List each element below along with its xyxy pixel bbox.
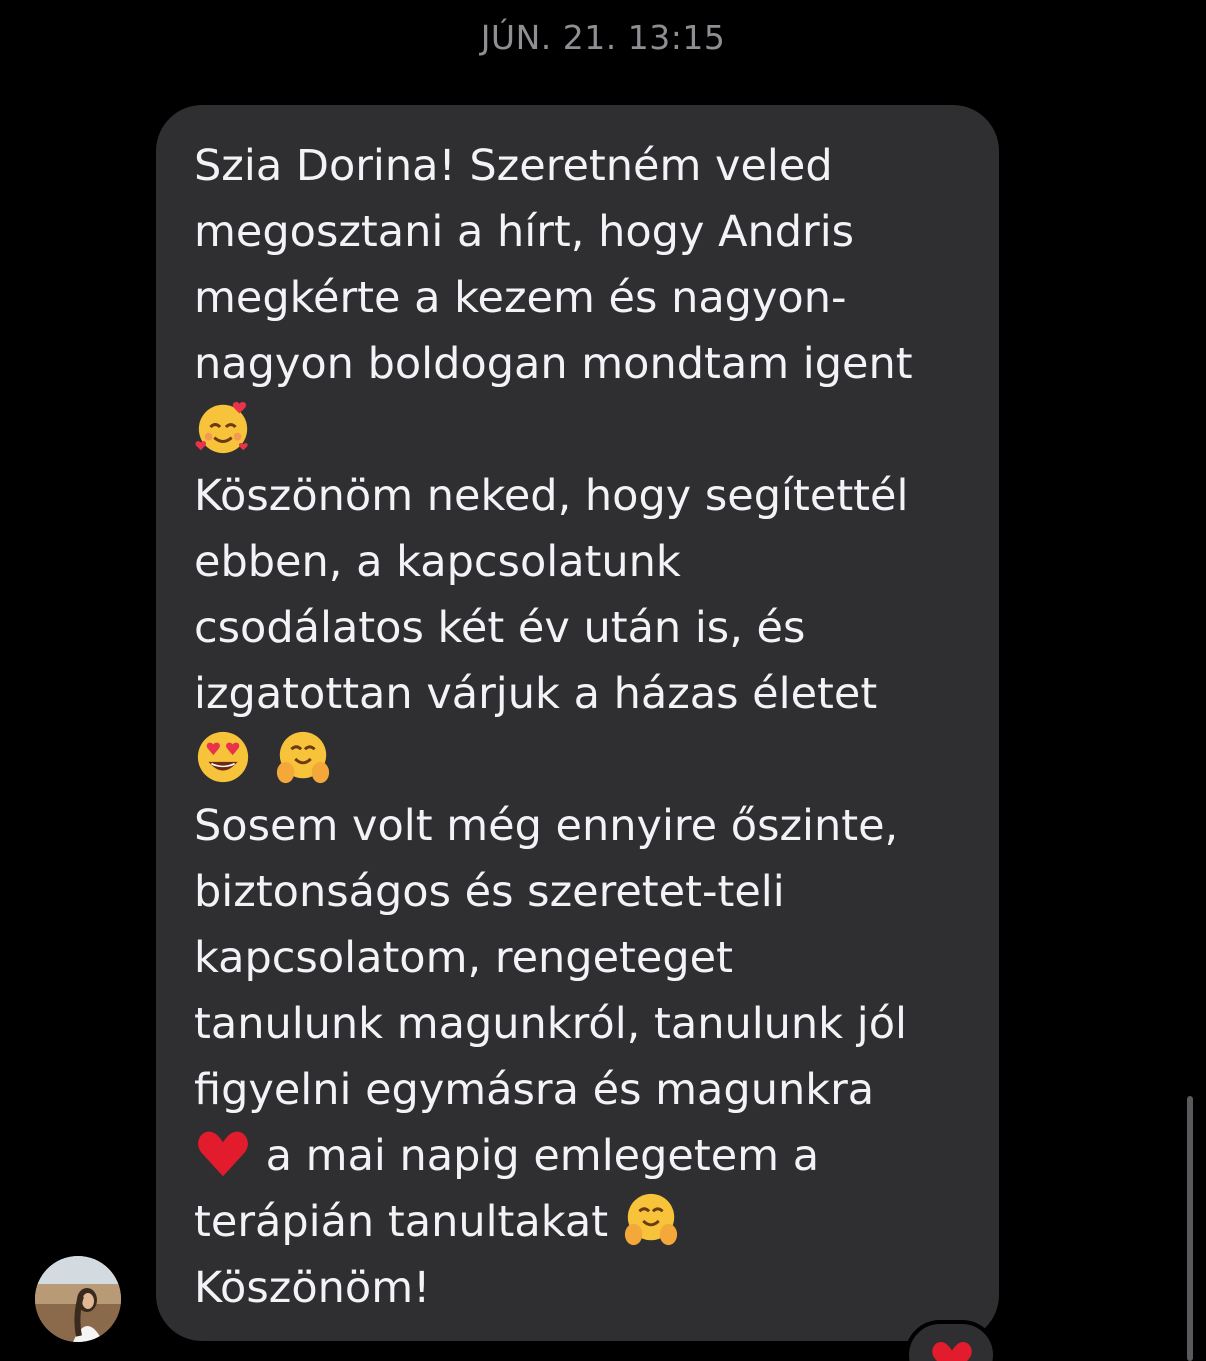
chat-screen: JÚN. 21. 13:15 Szia Dorina! Szeretném ve… bbox=[0, 0, 1206, 1361]
message-line: biztonságos és szeretet-teli bbox=[194, 867, 785, 917]
message-line: csodálatos két év után is, és bbox=[194, 603, 806, 653]
message-line-emoji bbox=[194, 397, 252, 463]
message-line: izgatottan várjuk a házas életet bbox=[194, 669, 878, 719]
sender-avatar[interactable] bbox=[35, 1256, 121, 1342]
message-line: nagyon boldogan mondtam igent bbox=[194, 339, 913, 389]
message-line-with-emoji: a mai napig emlegetem a bbox=[194, 1123, 819, 1189]
message-line-with-emoji: terápián tanultakat bbox=[194, 1189, 680, 1255]
smiling-face-with-hearts-icon bbox=[194, 398, 252, 456]
message-line-text: terápián tanultakat bbox=[194, 1197, 622, 1247]
message-line: Szia Dorina! Szeretném veled bbox=[194, 141, 833, 191]
message-bubble[interactable]: Szia Dorina! Szeretném veled megosztani … bbox=[156, 105, 999, 1341]
message-line: figyelni egymásra és magunkra bbox=[194, 1065, 875, 1115]
message-line: megosztani a hírt, hogy Andris bbox=[194, 207, 855, 257]
red-heart-icon bbox=[932, 1342, 972, 1361]
message-line: Köszönöm! bbox=[194, 1263, 431, 1313]
hugging-face-icon bbox=[274, 728, 332, 786]
message-line-emoji bbox=[194, 727, 332, 793]
message-line: Köszönöm neked, hogy segítettél bbox=[194, 471, 909, 521]
heart-eyes-icon bbox=[194, 728, 252, 786]
message-timestamp: JÚN. 21. 13:15 bbox=[480, 18, 726, 57]
hugging-face-icon bbox=[622, 1190, 680, 1248]
message-line: Sosem volt még ennyire őszinte, bbox=[194, 801, 899, 851]
message-line: kapcsolatom, rengeteget bbox=[194, 933, 733, 983]
red-heart-icon bbox=[194, 1124, 252, 1182]
message-line: megkérte a kezem és nagyon- bbox=[194, 273, 847, 323]
message-line: ebben, a kapcsolatunk bbox=[194, 537, 681, 587]
message-line-text: a mai napig emlegetem a bbox=[252, 1131, 820, 1181]
message-line: tanulunk magunkról, tanulunk jól bbox=[194, 999, 907, 1049]
scrollbar[interactable] bbox=[1187, 1096, 1193, 1361]
